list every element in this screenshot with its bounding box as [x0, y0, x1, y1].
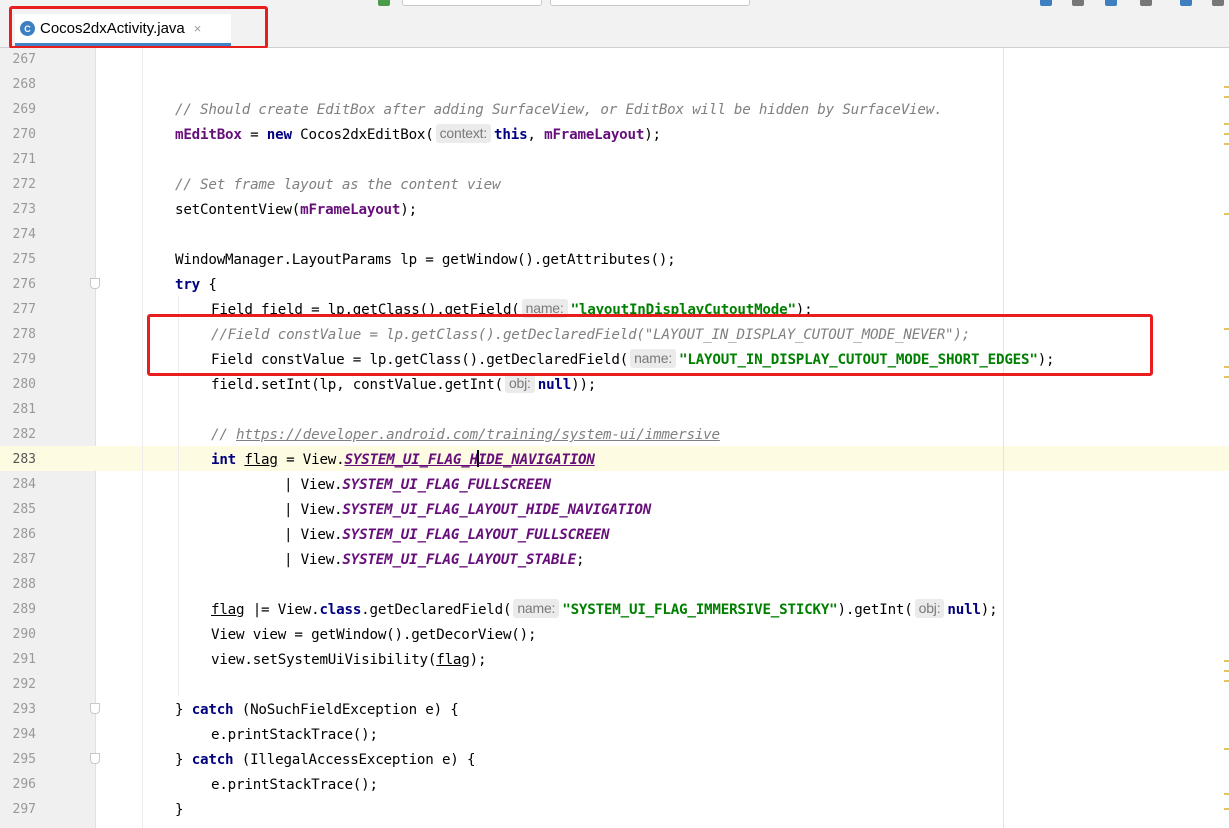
indent-guide — [178, 296, 179, 696]
param-hint-obj: obj: — [504, 374, 535, 393]
line-number[interactable]: 288 — [0, 577, 36, 592]
code-line-269: // Should create EditBox after adding Su… — [175, 102, 943, 118]
code-line-276: try { — [175, 277, 217, 293]
line-number[interactable]: 282 — [0, 427, 36, 442]
param-hint-obj: obj: — [914, 599, 945, 618]
code-line-280: field.setInt(lp, constValue.getInt(obj: n… — [211, 374, 597, 393]
avd-manager-icon[interactable] — [1105, 0, 1117, 6]
code-line-283: int flag = View.SYSTEM_UI_FLAG_HIDE_NAVI… — [211, 450, 595, 468]
line-number[interactable]: 295 — [0, 752, 36, 767]
tab-label: Cocos2dxActivity.java — [40, 20, 185, 37]
line-number[interactable]: 293 — [0, 702, 36, 717]
line-number[interactable]: 286 — [0, 527, 36, 542]
line-number[interactable]: 291 — [0, 652, 36, 667]
code-line-295: } catch (IllegalAccessException e) { — [175, 752, 476, 768]
line-number[interactable]: 280 — [0, 377, 36, 392]
menu-icon[interactable] — [1212, 0, 1224, 6]
code-line-296: e.printStackTrace(); — [211, 777, 378, 793]
line-number[interactable]: 276 — [0, 277, 36, 292]
current-line-highlight — [0, 446, 1229, 471]
line-number[interactable]: 290 — [0, 627, 36, 642]
code-line-290: View view = getWindow().getDecorView(); — [211, 627, 537, 643]
docs-link[interactable]: https://developer.android.com/training/s… — [236, 427, 720, 443]
code-line-286: | View.SYSTEM_UI_FLAG_LAYOUT_FULLSCREEN — [284, 527, 610, 543]
line-number[interactable]: 281 — [0, 402, 36, 417]
line-number[interactable]: 284 — [0, 477, 36, 492]
run-config-selector[interactable] — [402, 0, 542, 6]
line-number[interactable]: 272 — [0, 177, 36, 192]
code-line-275: WindowManager.LayoutParams lp = getWindo… — [175, 252, 676, 268]
code-line-282: // https://developer.android.com/trainin… — [211, 427, 720, 443]
search-icon[interactable] — [1140, 0, 1152, 6]
line-number[interactable]: 271 — [0, 152, 36, 167]
code-editor[interactable]: 267 268 269 270 271 272 273 274 275 276 277 278 279 2… — [0, 48, 1229, 828]
code-line-279: Field constValue = lp.getClass().getDecl… — [211, 349, 1055, 368]
param-hint-name: name: — [513, 599, 560, 618]
editor-tab-bar: C Cocos2dxActivity.java × — [0, 8, 1229, 48]
line-number[interactable]: 297 — [0, 802, 36, 817]
line-number[interactable]: 268 — [0, 77, 36, 92]
close-icon[interactable]: × — [194, 21, 202, 36]
line-number[interactable]: 267 — [0, 52, 36, 67]
java-class-icon: C — [20, 21, 35, 36]
line-number[interactable]: 292 — [0, 677, 36, 692]
line-number[interactable]: 289 — [0, 602, 36, 617]
fold-marker[interactable] — [90, 753, 100, 764]
code-line-294: e.printStackTrace(); — [211, 727, 378, 743]
code-line-289: flag |= View.class.getDeclaredField(name… — [211, 599, 998, 618]
line-number[interactable]: 294 — [0, 727, 36, 742]
structure-icon[interactable] — [1040, 0, 1052, 6]
line-number[interactable]: 278 — [0, 327, 36, 342]
line-number[interactable]: 269 — [0, 102, 36, 117]
code-line-272: // Set frame layout as the content view — [175, 177, 501, 193]
line-number[interactable]: 287 — [0, 552, 36, 567]
code-line-270: mEditBox = new Cocos2dxEditBox(context: t… — [175, 124, 661, 143]
param-hint-name: name: — [521, 299, 568, 318]
fold-marker[interactable] — [90, 703, 100, 714]
code-line-287: | View.SYSTEM_UI_FLAG_LAYOUT_STABLE; — [284, 552, 585, 568]
settings-icon[interactable] — [1180, 0, 1192, 6]
tab-cocos2dx-activity[interactable]: C Cocos2dxActivity.java × — [15, 14, 231, 47]
indent-guide — [142, 48, 143, 828]
line-number[interactable]: 273 — [0, 202, 36, 217]
error-stripe[interactable] — [1221, 48, 1229, 828]
build-icon[interactable] — [378, 0, 390, 6]
sdk-manager-icon[interactable] — [1072, 0, 1084, 6]
main-toolbar — [0, 0, 1229, 8]
code-line-273: setContentView(mFrameLayout); — [175, 202, 417, 218]
fold-marker[interactable] — [90, 278, 100, 289]
code-line-285: | View.SYSTEM_UI_FLAG_LAYOUT_HIDE_NAVIGA… — [284, 502, 652, 518]
code-line-291: view.setSystemUiVisibility(flag); — [211, 652, 487, 668]
line-number[interactable]: 296 — [0, 777, 36, 792]
right-margin-guide — [1003, 48, 1004, 828]
line-number[interactable]: 277 — [0, 302, 36, 317]
code-line-278: //Field constValue = lp.getClass().getDe… — [211, 327, 971, 343]
line-number[interactable]: 283 — [0, 452, 36, 467]
device-selector[interactable] — [550, 0, 750, 6]
line-number[interactable]: 285 — [0, 502, 36, 517]
line-number[interactable]: 279 — [0, 352, 36, 367]
line-number[interactable]: 270 — [0, 127, 36, 142]
line-number[interactable]: 274 — [0, 227, 36, 242]
code-line-297: } — [175, 802, 184, 818]
param-hint-context: context: — [435, 124, 492, 143]
code-line-277: Field field = lp.getClass().getField(nam… — [211, 299, 813, 318]
code-line-284: | View.SYSTEM_UI_FLAG_FULLSCREEN — [284, 477, 551, 493]
param-hint-name: name: — [630, 349, 677, 368]
code-line-293: } catch (NoSuchFieldException e) { — [175, 702, 459, 718]
line-number[interactable]: 275 — [0, 252, 36, 267]
